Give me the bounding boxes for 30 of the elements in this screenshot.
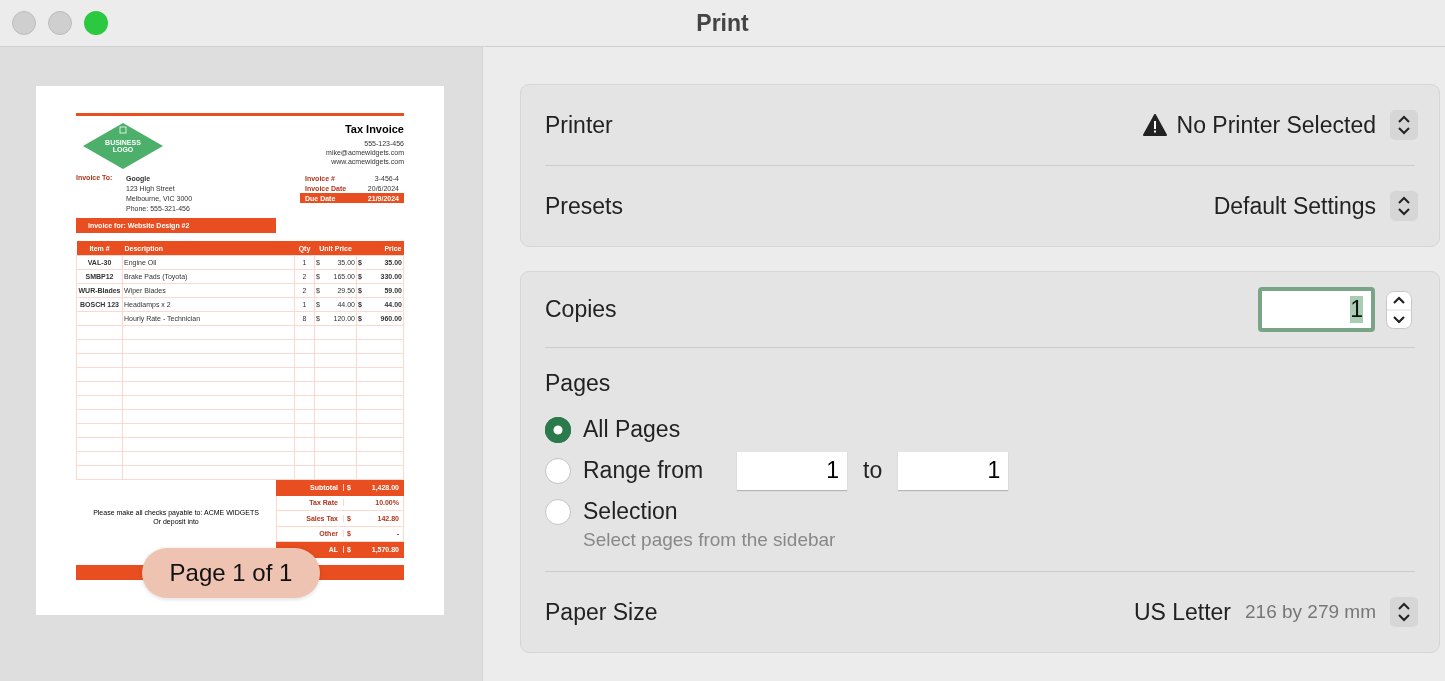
zoom-button[interactable] bbox=[84, 11, 108, 35]
pages-label: Pages bbox=[545, 370, 612, 397]
page-indicator: Page 1 of 1 bbox=[142, 548, 320, 598]
copies-label: Copies bbox=[545, 296, 617, 323]
copies-field[interactable]: 1 bbox=[1258, 287, 1375, 332]
invoice-title: Tax Invoice bbox=[343, 123, 404, 135]
window-title: Print bbox=[695, 9, 750, 37]
warning-icon bbox=[1142, 114, 1167, 136]
paper-size-popup[interactable]: US Letter 216 by 279 mm bbox=[1133, 597, 1418, 627]
radio-label[interactable]: Selection bbox=[583, 498, 737, 525]
printer-label: Printer bbox=[545, 111, 613, 139]
hint-text: Select pages from the sidebar bbox=[583, 529, 837, 551]
stepper-icon[interactable] bbox=[1386, 290, 1412, 329]
radio-button[interactable] bbox=[545, 416, 571, 443]
radio-button[interactable] bbox=[545, 457, 571, 484]
close-button[interactable] bbox=[12, 11, 36, 35]
radio-label[interactable]: Range from bbox=[583, 457, 737, 484]
radio-button[interactable] bbox=[545, 498, 571, 525]
range-from-field[interactable]: 1 bbox=[737, 451, 847, 490]
radio-label[interactable]: All Pages bbox=[583, 416, 737, 443]
printer-popup[interactable]: No Printer Selected bbox=[1142, 110, 1418, 140]
chevron-icon bbox=[1390, 191, 1418, 221]
presets-label: Presets bbox=[545, 192, 623, 220]
minimize-button[interactable] bbox=[48, 11, 72, 35]
range-to-label: to bbox=[863, 457, 883, 484]
paper-size-label: Paper Size bbox=[545, 598, 658, 626]
range-to-field[interactable]: 1 bbox=[898, 451, 1009, 490]
presets-popup[interactable]: Default Settings bbox=[1213, 191, 1418, 221]
chevron-icon bbox=[1390, 597, 1418, 627]
chevron-icon bbox=[1390, 110, 1418, 140]
